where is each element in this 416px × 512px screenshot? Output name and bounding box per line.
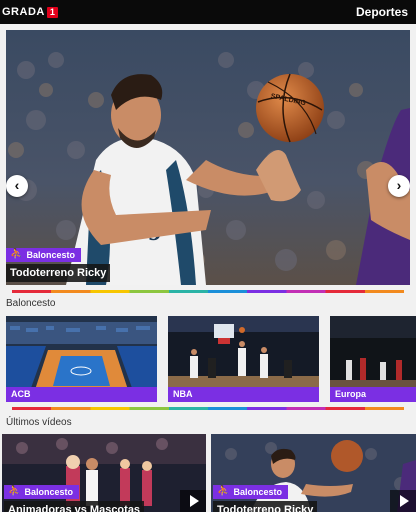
top-bar: GRADA 1 Deportes	[0, 0, 416, 24]
categories-heading: Baloncesto	[6, 298, 56, 309]
rainbow-divider	[12, 407, 404, 410]
hero-title[interactable]: Todoterreno Ricky	[6, 264, 111, 282]
video-category-tag[interactable]: ⛹ Baloncesto	[213, 485, 288, 499]
hero-image: 9 SPALDING	[6, 30, 410, 285]
hero-carousel[interactable]: 9 SPALDING ‹ › ⛹ Baloncesto Todoterreno …	[6, 30, 410, 285]
videos-heading: Últimos vídeos	[6, 417, 72, 428]
hero-tag-label: Baloncesto	[26, 250, 75, 260]
category-label: NBA	[168, 387, 319, 402]
play-icon	[189, 495, 199, 507]
category-card-europa[interactable]: Europa	[330, 316, 416, 402]
section-title[interactable]: Deportes	[356, 5, 408, 19]
video-title[interactable]: Animadoras vs Mascotas	[4, 501, 145, 512]
chevron-right-icon: ›	[396, 177, 402, 193]
video-title[interactable]: Todoterreno Ricky	[213, 501, 318, 512]
category-label: ACB	[6, 387, 157, 402]
play-icon	[399, 495, 409, 507]
video-category-tag[interactable]: ⛹ Baloncesto	[4, 485, 79, 499]
logo-text: GRADA	[2, 6, 45, 18]
basketball-player-icon: ⛹	[10, 249, 23, 260]
video-tag-label: Baloncesto	[24, 487, 73, 497]
video-tag-label: Baloncesto	[233, 487, 282, 497]
category-card-acb[interactable]: ACB	[6, 316, 157, 402]
carousel-prev-button[interactable]: ‹	[6, 175, 28, 197]
video-card[interactable]: ⛹ Baloncesto Todoterreno Ricky	[211, 434, 416, 512]
category-label: Europa	[330, 387, 416, 402]
hero-category-tag[interactable]: ⛹ Baloncesto	[6, 248, 81, 262]
carousel-next-button[interactable]: ›	[388, 175, 410, 197]
chevron-left-icon: ‹	[14, 177, 20, 193]
rainbow-divider	[12, 290, 404, 293]
basketball-player-icon: ⛹	[8, 486, 21, 497]
play-button[interactable]	[180, 490, 206, 512]
category-card-nba[interactable]: NBA	[168, 316, 319, 402]
logo-badge: 1	[46, 6, 58, 18]
basketball-player-icon: ⛹	[217, 486, 230, 497]
play-button[interactable]	[390, 490, 416, 512]
app-logo[interactable]: GRADA 1	[2, 6, 58, 18]
video-card[interactable]: ⛹ Baloncesto Animadoras vs Mascotas	[2, 434, 206, 512]
